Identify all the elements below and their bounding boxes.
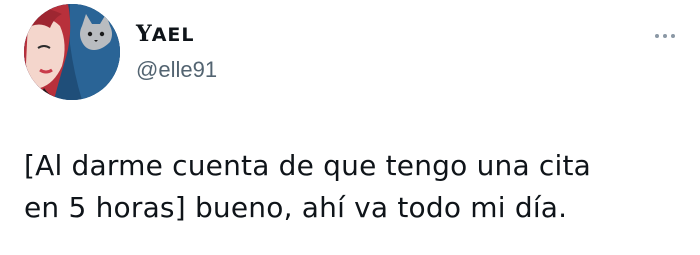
more-options-icon-dot [671, 34, 675, 38]
tweet-card: YAEL @elle91 [Al darme cuenta de que ten… [0, 0, 700, 255]
display-name[interactable]: YAEL [136, 21, 217, 48]
user-info: YAEL @elle91 [136, 21, 217, 84]
more-options-icon-dot [663, 34, 667, 38]
avatar[interactable] [24, 4, 120, 100]
user-handle[interactable]: @elle91 [136, 56, 217, 84]
display-name-rest: AEL [151, 24, 195, 46]
profile-avatar-illustration [24, 4, 120, 100]
more-options-icon [655, 34, 659, 38]
display-name-initial: Y [136, 21, 152, 47]
tweet-text-line: [Al darme cuenta de que tengo una cita [24, 149, 592, 182]
more-options-button[interactable] [648, 26, 682, 46]
tweet-text-line: en 5 horas] bueno, ahí va todo mi día. [24, 191, 568, 224]
tweet-text: [Al darme cuenta de que tengo una cita e… [24, 145, 684, 229]
